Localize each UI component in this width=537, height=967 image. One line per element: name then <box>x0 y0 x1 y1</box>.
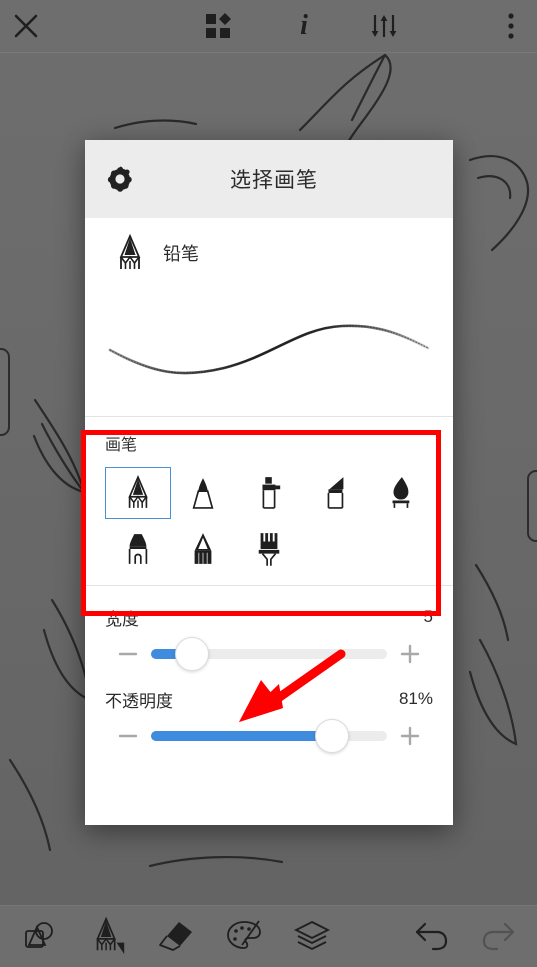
right-edge-panel-chip[interactable] <box>527 470 537 542</box>
width-value: 5 <box>423 607 433 626</box>
top-toolbar: i <box>0 0 537 52</box>
brush-section-label: 画笔 <box>105 437 138 454</box>
opacity-slider-block: 不透明度 81% <box>105 682 433 756</box>
opacity-increase-button[interactable] <box>387 724 433 748</box>
left-edge-panel-chip[interactable] <box>0 348 10 436</box>
transform-shapes-icon[interactable] <box>6 905 74 967</box>
brush-option-chisel-marker[interactable] <box>302 467 368 519</box>
color-palette-icon[interactable] <box>210 905 278 967</box>
width-slider-thumb[interactable] <box>175 637 210 671</box>
eraser-tool-icon[interactable] <box>142 905 210 967</box>
brush-option-airbrush[interactable] <box>236 467 302 519</box>
opacity-label: 不透明度 <box>105 691 173 711</box>
overflow-menu-icon[interactable] <box>485 0 537 52</box>
page-title: 选择画笔 <box>230 169 318 192</box>
opacity-decrease-button[interactable] <box>105 724 151 748</box>
gear-icon[interactable] <box>85 164 155 194</box>
brush-option-pencil[interactable] <box>105 467 171 519</box>
brush-picker-dialog: 选择画笔 铅笔 画笔 宽度 5 不透明度 81% <box>85 140 453 825</box>
brush-option-soft-pencil[interactable] <box>171 523 237 575</box>
redo-icon[interactable] <box>465 905 533 967</box>
info-icon-glyph: i <box>300 10 308 41</box>
close-icon[interactable] <box>0 0 52 52</box>
adjustments-icon[interactable] <box>358 0 410 52</box>
width-slider[interactable] <box>151 637 387 671</box>
opacity-slider[interactable] <box>151 719 387 753</box>
width-decrease-button[interactable] <box>105 642 151 666</box>
brush-grid-section: 画笔 <box>85 417 453 585</box>
layers-icon[interactable] <box>278 905 346 967</box>
bottom-toolbar <box>0 905 537 967</box>
brush-grid <box>105 467 433 575</box>
shapes-grid-icon[interactable] <box>192 0 244 52</box>
width-increase-button[interactable] <box>387 642 433 666</box>
brush-option-felt-tip-pen[interactable] <box>171 467 237 519</box>
info-icon[interactable]: i <box>278 0 330 52</box>
brush-tool-icon[interactable] <box>74 905 142 967</box>
brush-option-ink-brush[interactable] <box>367 467 433 519</box>
brush-option-marker[interactable] <box>105 523 171 575</box>
dialog-header: 选择画笔 <box>85 140 453 218</box>
opacity-slider-thumb[interactable] <box>314 719 349 753</box>
pencil-icon <box>107 233 153 273</box>
opacity-slider-fill <box>151 731 332 741</box>
bottom-toolbar-divider <box>0 905 537 906</box>
top-toolbar-divider <box>0 52 537 53</box>
width-slider-block: 宽度 5 <box>105 600 433 674</box>
stroke-preview <box>85 288 453 416</box>
undo-icon[interactable] <box>397 905 465 967</box>
brush-option-paint-brush[interactable] <box>236 523 302 575</box>
width-label: 宽度 <box>105 609 139 629</box>
current-brush-label: 铅笔 <box>163 244 199 264</box>
slider-area: 宽度 5 不透明度 81% <box>85 586 453 770</box>
opacity-value: 81% <box>398 689 433 708</box>
current-brush-row[interactable]: 铅笔 <box>85 218 453 288</box>
